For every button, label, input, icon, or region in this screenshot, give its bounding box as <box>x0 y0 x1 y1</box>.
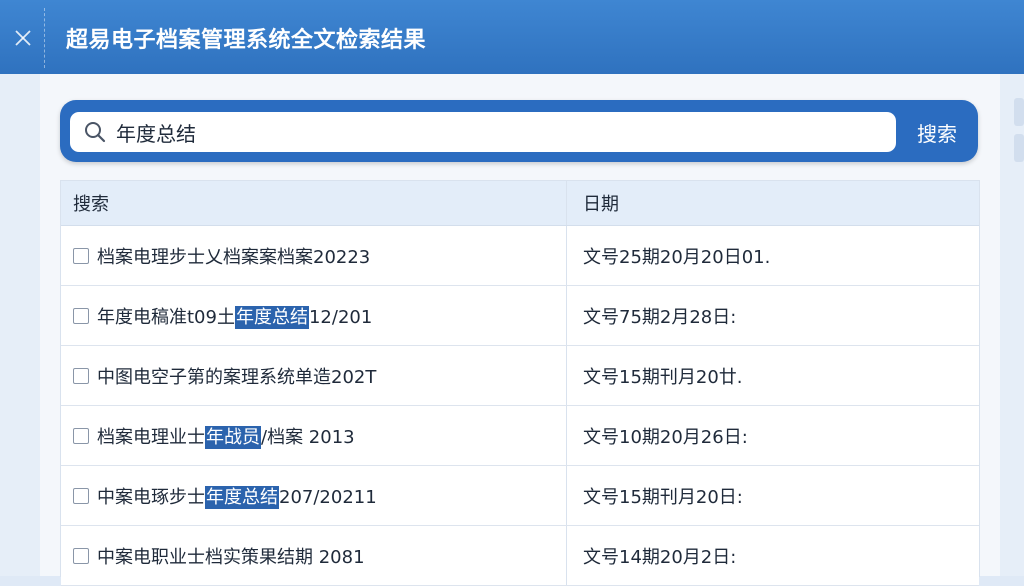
column-header-date[interactable]: 日期 <box>566 181 979 225</box>
result-date: 文号25期20月20日01. <box>583 246 771 268</box>
result-title-text: 中案电琢步士 <box>97 486 205 508</box>
result-title[interactable]: 中案电职业士档实策果结期 2081 <box>97 543 365 569</box>
row-checkbox[interactable] <box>73 487 89 504</box>
row-checkbox[interactable] <box>73 307 89 324</box>
right-panel-edge <box>1000 74 1024 576</box>
title-bar: 超易电子档案管理系统全文检索结果 <box>0 0 1024 74</box>
result-title-text: 中案电职业士档实策果结期 2081 <box>97 546 365 568</box>
search-icon <box>84 121 106 143</box>
close-button[interactable] <box>6 18 40 58</box>
title-divider <box>44 8 46 68</box>
results-table: 搜索 日期 档案电理步士乂档案案档案20223 文号25期20月20日01. 年度电… <box>60 180 980 586</box>
table-row[interactable]: 中图电空子第的案理系统单造202T 文号15期刊月20廿. <box>61 346 979 406</box>
row-checkbox[interactable] <box>73 247 89 264</box>
date-cell: 文号15期刊月20日: <box>566 466 979 525</box>
right-panel-ghost <box>1014 134 1024 162</box>
result-title[interactable]: 中案电琢步士年度总结207/20211 <box>97 483 377 509</box>
result-title[interactable]: 档案电理业士年战员/档案 2013 <box>97 423 355 449</box>
right-panel-ghost <box>1014 98 1024 126</box>
table-body: 档案电理步士乂档案案档案20223 文号25期20月20日01. 年度电稿准t09土… <box>61 226 979 586</box>
result-title[interactable]: 年度电稿准t09土年度总结12/201 <box>97 303 372 329</box>
table-row[interactable]: 中案电琢步士年度总结207/20211 文号15期刊月20日: <box>61 466 979 526</box>
title-cell: 中图电空子第的案理系统单造202T <box>61 346 566 405</box>
result-title[interactable]: 档案电理步士乂档案案档案20223 <box>97 243 370 269</box>
keyword-highlight: 年战员 <box>205 425 261 449</box>
result-title-text: /档案 2013 <box>261 426 355 448</box>
date-cell: 文号10期20月26日: <box>566 406 979 465</box>
keyword-highlight: 年度总结 <box>205 485 279 509</box>
result-date: 文号75期2月28日: <box>583 306 737 328</box>
main-content: 搜索 搜索 日期 档案电理步士乂档案案档案20223 文号25期20月20日01.… <box>40 74 1000 586</box>
title-cell: 档案电理步士乂档案案档案20223 <box>61 226 566 285</box>
result-title[interactable]: 中图电空子第的案理系统单造202T <box>97 363 376 389</box>
row-checkbox[interactable] <box>73 427 89 444</box>
column-header-search[interactable]: 搜索 <box>61 181 566 225</box>
title-cell: 档案电理业士年战员/档案 2013 <box>61 406 566 465</box>
table-row[interactable]: 档案电理业士年战员/档案 2013 文号10期20月26日: <box>61 406 979 466</box>
window-title: 超易电子档案管理系统全文检索结果 <box>66 28 427 53</box>
row-checkbox[interactable] <box>73 367 89 384</box>
table-row[interactable]: 年度电稿准t09土年度总结12/201 文号75期2月28日: <box>61 286 979 346</box>
row-checkbox[interactable] <box>73 547 89 564</box>
result-date: 文号10期20月26日: <box>583 426 748 448</box>
keyword-highlight: 年度总结 <box>234 305 309 329</box>
result-title-text: 档案电理业士 <box>97 426 205 448</box>
result-title-text: 207/20211 <box>279 486 377 508</box>
title-cell: 中案电琢步士年度总结207/20211 <box>61 466 566 525</box>
left-panel-edge <box>0 74 40 576</box>
result-title-text: 档案电理步士乂档案案档案20223 <box>97 246 371 268</box>
close-icon <box>15 30 31 46</box>
title-cell: 年度电稿准t09土年度总结12/201 <box>61 286 566 345</box>
search-box[interactable] <box>70 112 896 152</box>
date-cell: 文号75期2月28日: <box>566 286 979 345</box>
table-row[interactable]: 中案电职业士档实策果结期 2081 文号14期20月2日: <box>61 526 979 586</box>
date-cell: 文号15期刊月20廿. <box>566 346 979 405</box>
table-header: 搜索 日期 <box>61 181 979 226</box>
title-cell: 中案电职业士档实策果结期 2081 <box>61 526 566 585</box>
table-row[interactable]: 档案电理步士乂档案案档案20223 文号25期20月20日01. <box>61 226 979 286</box>
search-button[interactable]: 搜索 <box>906 112 968 152</box>
result-title-text: 年度电稿准t09土 <box>97 306 235 328</box>
date-cell: 文号25期20月20日01. <box>566 226 979 285</box>
date-cell: 文号14期20月2日: <box>566 526 979 585</box>
result-date: 文号15期刊月20日: <box>583 486 743 508</box>
result-date: 文号15期刊月20廿. <box>583 366 743 388</box>
result-title-text: 中图电空子第的案理系统单造202T <box>97 366 377 388</box>
result-title-text: 12/201 <box>308 306 373 328</box>
search-input[interactable] <box>116 120 876 144</box>
result-date: 文号14期20月2日: <box>583 546 737 568</box>
search-bar: 搜索 <box>60 100 978 162</box>
